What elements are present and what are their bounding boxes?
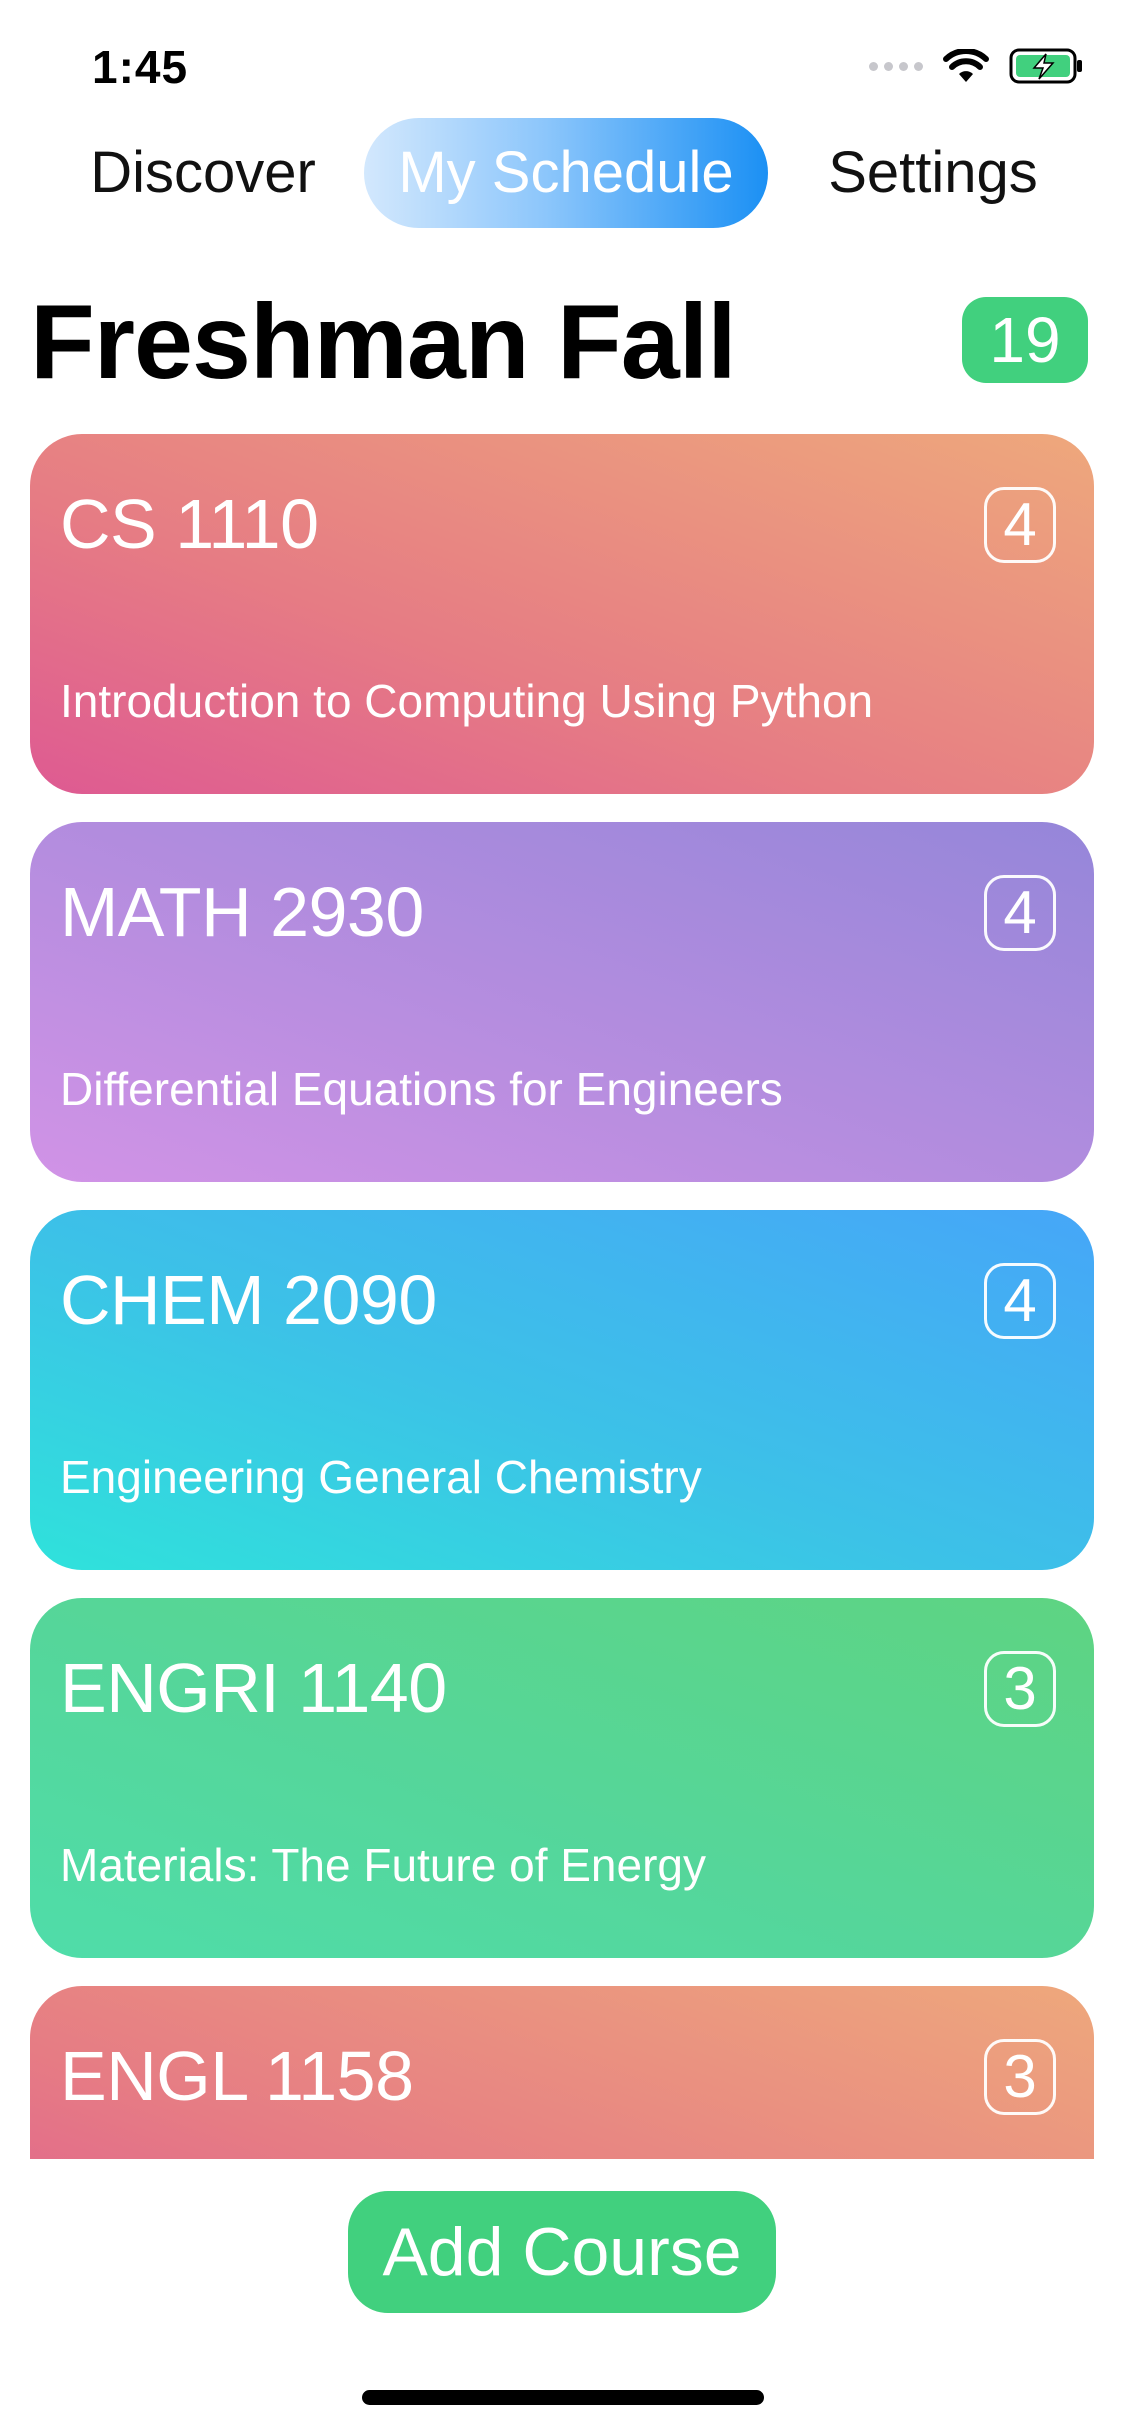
- course-title: Materials: The Future of Energy: [60, 1839, 706, 1891]
- course-credits-badge: 3: [984, 2039, 1056, 2115]
- course-credits-badge: 4: [984, 1263, 1056, 1339]
- course-credits-badge: 4: [984, 487, 1056, 563]
- course-credits-badge: 3: [984, 1651, 1056, 1727]
- add-course-button[interactable]: Add Course: [348, 2191, 776, 2313]
- course-title: Differential Equations for Engineers: [60, 1063, 783, 1115]
- course-card-engl-1158[interactable]: ENGL 1158 3: [30, 1986, 1094, 2159]
- course-code: ENGRI 1140: [60, 1649, 447, 1727]
- course-card-engri-1140[interactable]: ENGRI 1140 3 Materials: The Future of En…: [30, 1598, 1094, 1958]
- status-icons: [869, 48, 1085, 84]
- signal-dots-icon: [869, 61, 923, 71]
- course-credits-badge: 4: [984, 875, 1056, 951]
- tab-settings[interactable]: Settings: [808, 118, 1058, 228]
- wifi-icon: [943, 49, 989, 82]
- status-time: 1:45: [92, 41, 189, 93]
- tab-discover[interactable]: Discover: [88, 118, 318, 228]
- course-card-chem-2090[interactable]: CHEM 2090 4 Engineering General Chemistr…: [30, 1210, 1094, 1570]
- page-title: Freshman Fall: [30, 283, 737, 401]
- course-code: MATH 2930: [60, 873, 424, 951]
- tab-my-schedule[interactable]: My Schedule: [364, 118, 768, 228]
- course-list[interactable]: CS 1110 4 Introduction to Computing Usin…: [0, 434, 1125, 2159]
- course-card-cs-1110[interactable]: CS 1110 4 Introduction to Computing Usin…: [30, 434, 1094, 794]
- course-code: ENGL 1158: [60, 2037, 414, 2115]
- total-credits-badge: 19: [962, 297, 1088, 383]
- battery-charging-icon: [1009, 48, 1082, 84]
- home-indicator[interactable]: [362, 2390, 764, 2405]
- course-code: CHEM 2090: [60, 1261, 437, 1339]
- course-card-math-2930[interactable]: MATH 2930 4 Differential Equations for E…: [30, 822, 1094, 1182]
- course-code: CS 1110: [60, 485, 319, 563]
- top-nav: Discover My Schedule Settings: [0, 118, 1125, 228]
- course-title: Engineering General Chemistry: [60, 1451, 702, 1503]
- course-title: Introduction to Computing Using Python: [60, 675, 874, 727]
